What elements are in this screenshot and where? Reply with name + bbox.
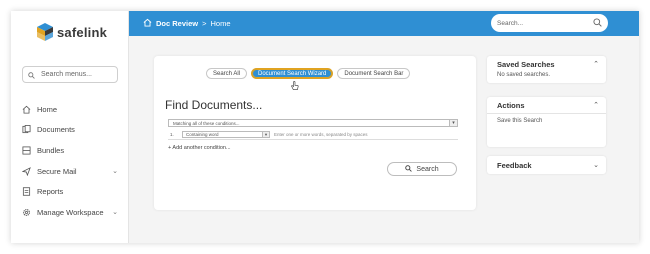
page-title: Find Documents...: [165, 98, 263, 112]
saved-searches-body: No saved searches.: [497, 72, 551, 78]
sidebar-item-label: Documents: [37, 125, 75, 135]
search-mode-tabs: Search All Document Search Wizard Docume…: [206, 68, 411, 79]
app-window: safelink Search menus... Home Documents: [11, 11, 639, 243]
saved-searches-header[interactable]: Saved Searches ⌃: [487, 56, 606, 72]
brand-name: safelink: [57, 24, 108, 40]
sidebar-item-home[interactable]: Home: [22, 99, 122, 120]
condition-field-value: Containing word: [186, 132, 219, 137]
top-bar: Doc Review > Home Search...: [129, 11, 639, 36]
add-condition-link[interactable]: + Add another condition...: [168, 145, 231, 151]
chevron-down-icon[interactable]: ⌄: [112, 208, 118, 216]
search-button-label: Search: [416, 165, 439, 173]
sidebar-item-label: Home: [37, 104, 58, 114]
global-search-placeholder: Search...: [497, 19, 524, 27]
search-card: Search All Document Search Wizard Docume…: [154, 56, 476, 210]
saved-searches-title: Saved Searches: [497, 59, 555, 69]
condition-row: 1. Containing word ▾ Enter one or more w…: [168, 130, 458, 140]
menu-search-placeholder: Search menus...: [41, 71, 92, 78]
sidebar: safelink Search menus... Home Documents: [11, 11, 129, 243]
breadcrumb-separator: >: [202, 19, 207, 28]
actions-panel: Actions ⌃ Save this Search: [487, 97, 606, 147]
sidebar-item-label: Bundles: [37, 145, 65, 155]
sidebar-item-bundles[interactable]: Bundles: [22, 140, 122, 161]
chevron-down-icon: ▾: [262, 132, 269, 137]
saved-searches-panel: Saved Searches ⌃ No saved searches.: [487, 56, 606, 83]
sidebar-nav: Home Documents Bundles Secure Mail ⌄ Rep…: [22, 99, 122, 223]
home-icon[interactable]: [143, 18, 152, 29]
condition-field-select[interactable]: Containing word ▾: [182, 131, 270, 138]
sidebar-item-label: Manage Workspace: [37, 207, 104, 217]
sidebar-item-documents[interactable]: Documents: [22, 120, 122, 141]
sidebar-item-label: Secure Mail: [37, 166, 77, 176]
gear-icon: [22, 208, 31, 217]
sidebar-item-reports[interactable]: Reports: [22, 181, 122, 202]
feedback-title: Feedback: [497, 160, 532, 170]
logo[interactable]: safelink: [37, 23, 107, 41]
condition-match-select[interactable]: Matching all of these conditions... ▾: [168, 119, 458, 127]
documents-icon: [22, 125, 31, 134]
hand-cursor-icon: [291, 78, 299, 90]
search-icon[interactable]: [593, 14, 602, 32]
global-search-input[interactable]: Search...: [491, 14, 608, 32]
sidebar-item-label: Reports: [37, 187, 64, 197]
send-icon: [22, 166, 31, 176]
search-button[interactable]: Search: [387, 162, 457, 176]
feedback-header[interactable]: Feedback ⌄: [487, 156, 606, 174]
chevron-down-icon[interactable]: ⌄: [112, 167, 118, 175]
condition-words-input[interactable]: Enter one or more words, separated by sp…: [274, 132, 368, 137]
save-search-action[interactable]: Save this Search: [487, 118, 606, 129]
menu-search-input[interactable]: Search menus...: [22, 66, 118, 83]
home-icon: [22, 105, 31, 114]
breadcrumb-workspace[interactable]: Doc Review: [156, 19, 198, 28]
feedback-panel: Feedback ⌄: [487, 156, 606, 174]
sidebar-item-secure-mail[interactable]: Secure Mail ⌄: [22, 161, 122, 182]
safelink-logo-icon: [37, 23, 53, 41]
chevron-up-icon[interactable]: ⌃: [593, 101, 599, 109]
actions-header[interactable]: Actions ⌃: [487, 97, 606, 113]
tab-search-all[interactable]: Search All: [206, 68, 248, 79]
breadcrumb: Doc Review > Home: [143, 18, 231, 29]
reports-icon: [22, 187, 31, 196]
chevron-up-icon[interactable]: ⌃: [593, 60, 599, 68]
search-icon: [405, 164, 413, 174]
sidebar-item-manage-workspace[interactable]: Manage Workspace ⌄: [22, 202, 122, 223]
tab-document-search-bar[interactable]: Document Search Bar: [337, 68, 411, 79]
breadcrumb-page: Home: [210, 19, 231, 28]
chevron-down-icon: ▾: [449, 120, 457, 126]
divider: [487, 113, 606, 114]
condition-number: 1.: [170, 132, 174, 137]
search-icon: [28, 66, 35, 84]
bundles-icon: [22, 146, 31, 155]
main-content: Search All Document Search Wizard Docume…: [129, 36, 639, 243]
chevron-down-icon[interactable]: ⌄: [593, 161, 599, 169]
actions-title: Actions: [497, 100, 525, 110]
condition-match-value: Matching all of these conditions...: [173, 120, 240, 126]
